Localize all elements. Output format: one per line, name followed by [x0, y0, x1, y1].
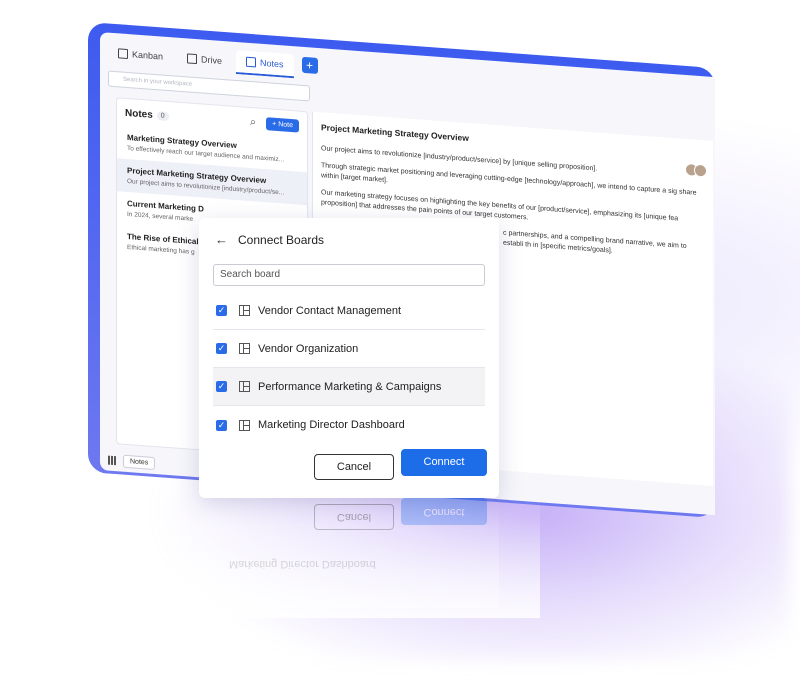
connect-boards-dialog: ← Connect Boards Search board ✓ Vendor C… [199, 218, 499, 498]
board-icon [239, 419, 250, 431]
board-option[interactable]: ✓ Vendor Organization [213, 330, 485, 368]
connect-button[interactable]: Connect [401, 449, 487, 476]
checkbox-checked[interactable]: ✓ [216, 381, 227, 392]
checkbox-checked[interactable]: ✓ [216, 343, 227, 354]
tab-notes[interactable]: Notes [236, 49, 294, 79]
drive-icon [187, 53, 198, 65]
new-note-button[interactable]: + Note [266, 117, 299, 133]
reflection-fade [160, 498, 540, 618]
collaborator-avatars [685, 162, 707, 178]
avatar [694, 163, 707, 178]
sidebar-title: Notes [125, 107, 153, 121]
board-label: Performance Marketing & Campaigns [258, 380, 442, 393]
board-option[interactable]: ✓ Vendor Contact Management [213, 292, 485, 330]
window-footer: Notes [108, 454, 156, 471]
notes-count-badge: 0 [156, 111, 169, 122]
board-option[interactable]: ✓ Marketing Director Dashboard [213, 406, 485, 444]
board-label: Vendor Contact Management [258, 304, 402, 317]
notes-icon [246, 56, 257, 68]
kanban-icon [118, 48, 128, 60]
board-label: Vendor Organization [258, 342, 359, 355]
board-option[interactable]: ✓ Performance Marketing & Campaigns [213, 368, 485, 406]
tab-kanban[interactable]: Kanban [108, 41, 173, 70]
tab-drive[interactable]: Drive [177, 46, 232, 74]
footer-notes-tab[interactable]: Notes [123, 454, 156, 471]
dialog-header: ← Connect Boards [215, 232, 324, 247]
search-icon[interactable]: ⌕ [250, 116, 256, 129]
checkbox-checked[interactable]: ✓ [216, 419, 227, 431]
board-icon [239, 381, 250, 392]
checkbox-checked[interactable]: ✓ [216, 305, 227, 316]
arrow-left-icon[interactable]: ← [215, 232, 228, 247]
dialog-title: Connect Boards [238, 232, 325, 247]
cancel-button[interactable]: Cancel [314, 454, 394, 480]
grid-icon[interactable] [108, 455, 117, 466]
board-icon [239, 305, 250, 316]
search-board-input[interactable]: Search board [213, 264, 485, 286]
board-label: Marketing Director Dashboard [258, 419, 405, 431]
add-tab-button[interactable]: + [301, 56, 318, 74]
board-icon [239, 343, 250, 354]
